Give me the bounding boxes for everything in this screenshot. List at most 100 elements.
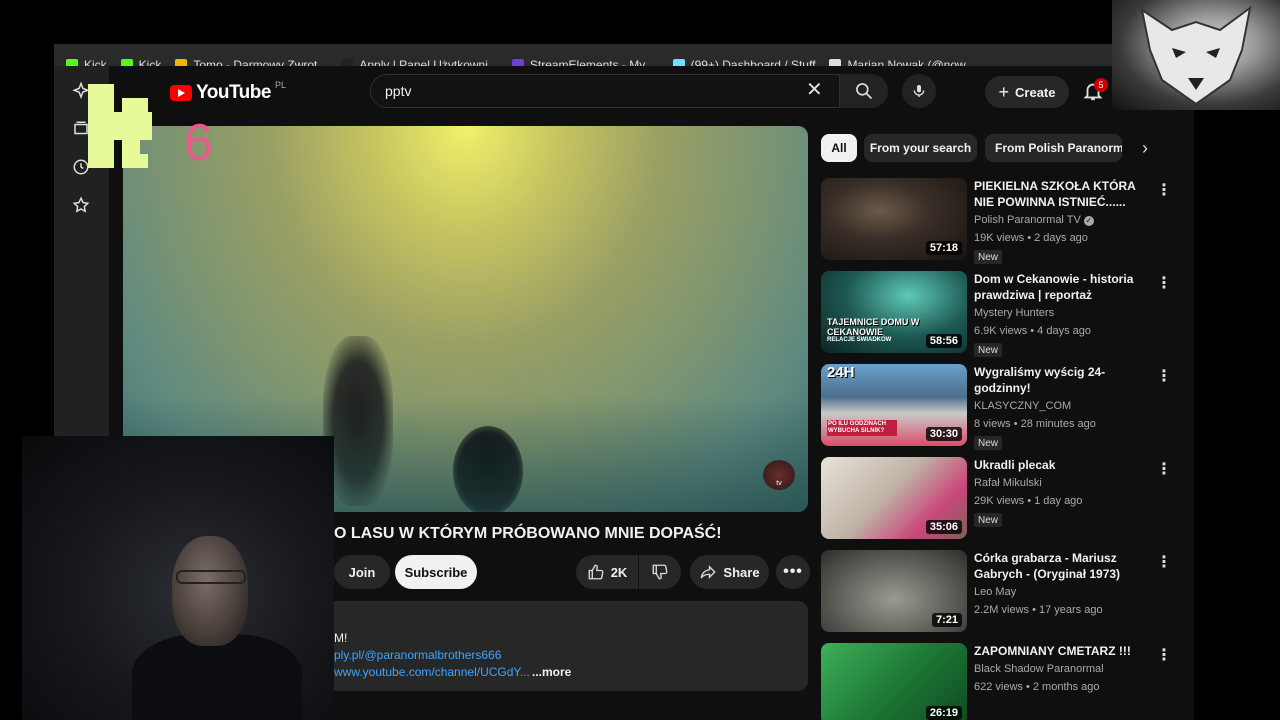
bookmarks-bar: Kick Kick Tomo - Darmowy Zwrot... Apply | P… — [54, 44, 1144, 66]
description-link[interactable]: ply.pl/@paranormalbrothers666 — [334, 648, 501, 662]
bookmark-item[interactable]: Marian Nowak (@now... — [829, 58, 975, 66]
notification-count-badge: 5 — [1094, 78, 1108, 92]
bookmark-favicon-icon — [829, 59, 842, 66]
share-button[interactable]: Share — [690, 555, 769, 589]
recommendation-title[interactable]: PIEKIELNA SZKOŁA KTÓRA NIE POWINNA ISTNI… — [974, 178, 1152, 210]
description-box[interactable]: M! ply.pl/@paranormalbrothers666 www.you… — [322, 601, 808, 691]
bookmark-label: Apply | Panel Użytkowni... — [359, 58, 498, 66]
recommendation-thumbnail[interactable]: TAJEMNICE DOMU W CEKANOWIE RELACJE ŚWIADK… — [821, 271, 967, 353]
more-vertical-icon[interactable]: ⋮ — [1156, 459, 1172, 479]
clear-search-icon[interactable]: ✕ — [806, 80, 823, 100]
screen: Kick Kick Tomo - Darmowy Zwrot... Apply | P… — [0, 0, 1280, 720]
bookmark-favicon-icon — [511, 59, 524, 66]
channel-name: Black Shadow Paranormal — [974, 663, 1104, 675]
bookmark-label: Tomo - Darmowy Zwrot... — [193, 58, 328, 66]
recommendation-title[interactable]: ZAPOMNIANY CMETARZ !!! — [974, 643, 1152, 659]
create-button[interactable]: + Create — [985, 76, 1069, 108]
bookmark-item[interactable]: Apply | Panel Użytkowni... — [341, 58, 498, 66]
webcam-overlay — [22, 436, 334, 720]
recommendation-channel[interactable]: Mystery Hunters — [974, 307, 1054, 319]
channel-name: Polish Paranormal TV — [974, 214, 1081, 226]
bookmark-item[interactable]: (99+) Dashboard / Stuff — [672, 58, 816, 66]
duration-badge: 7:21 — [931, 613, 962, 627]
chip-all[interactable]: All — [821, 134, 857, 162]
bookmark-label: StreamElements - My ... — [529, 58, 659, 66]
more-vertical-icon[interactable]: ⋮ — [1156, 552, 1172, 572]
recommendation-thumbnail[interactable]: 24H PO ILU GODZINACH WYBUCHA SILNIK? 30:30 — [821, 364, 967, 446]
bookmark-label: Kick — [138, 58, 162, 66]
channel-name: KLASYCZNY_COM — [974, 400, 1072, 412]
star-icon[interactable] — [70, 194, 92, 216]
recommendation-meta: 2.2M views • 17 years ago — [974, 604, 1103, 616]
recommendation-channel[interactable]: Black Shadow Paranormal — [974, 663, 1104, 675]
recommendation-channel[interactable]: KLASYCZNY_COM — [974, 400, 1071, 412]
recommendation-thumbnail[interactable]: 35:06 — [821, 457, 967, 539]
bookmark-item[interactable]: Tomo - Darmowy Zwrot... — [175, 58, 327, 66]
recommendation-item[interactable]: 35:06 Ukradli plecak Rafał Mikulski 29K vie… — [821, 457, 1181, 541]
search-button[interactable] — [840, 74, 888, 108]
recommendation-item[interactable]: 26:19 ZAPOMNIANY CMETARZ !!! Black Shadow … — [821, 643, 1181, 720]
chip-from-polish-paranormal[interactable]: From Polish Paranorma — [985, 134, 1122, 162]
recommendation-item[interactable]: TAJEMNICE DOMU W CEKANOWIE RELACJE ŚWIADK… — [821, 271, 1181, 357]
recommendation-channel[interactable]: Polish Paranormal TV ✓ — [974, 214, 1094, 226]
description-more-link[interactable]: ...more — [532, 665, 571, 679]
duration-badge: 30:30 — [925, 427, 962, 441]
recommendation-meta: 19K views • 2 days ago — [974, 232, 1088, 244]
recommendation-item[interactable]: 24H PO ILU GODZINACH WYBUCHA SILNIK? 30:30… — [821, 364, 1181, 450]
description-link[interactable]: www.youtube.com/channel/UCGdY... — [334, 665, 530, 679]
channel-watermark[interactable]: tv — [763, 460, 795, 490]
recommendation-item[interactable]: 57:18 PIEKIELNA SZKOŁA KTÓRA NIE POWINNA … — [821, 178, 1181, 264]
verified-icon: ✓ — [1083, 216, 1094, 226]
k6-overlay-logo: 6 — [88, 84, 213, 168]
join-button[interactable]: Join — [334, 555, 390, 589]
thumbs-down-icon — [652, 564, 668, 580]
bookmark-item[interactable]: Kick — [66, 58, 107, 66]
video-title: O LASU W KTÓRYM PRÓBOWANO MNIE DOPAŚĆ! — [334, 525, 722, 542]
more-vertical-icon[interactable]: ⋮ — [1156, 180, 1172, 200]
recommendation-title[interactable]: Córka grabarza - Mariusz Gabrych - (Oryg… — [974, 550, 1152, 582]
recommendation-thumbnail[interactable]: 57:18 — [821, 178, 967, 260]
thumbnail-subcaption: RELACJE ŚWIADKÓW — [827, 337, 892, 343]
like-count: 2K — [610, 564, 628, 580]
more-vertical-icon[interactable]: ⋮ — [1156, 366, 1172, 386]
bookmark-favicon-icon — [341, 59, 354, 66]
bookmark-favicon-icon — [175, 59, 188, 66]
more-actions-button[interactable]: ••• — [776, 555, 810, 589]
search-input[interactable]: pptv — [370, 74, 840, 108]
thumbnail-subcaption: PO ILU GODZINACH WYBUCHA SILNIK? — [827, 420, 897, 436]
duration-badge: 35:06 — [925, 520, 962, 534]
recommendation-title[interactable]: Ukradli plecak — [974, 457, 1152, 473]
recommendation-title[interactable]: Wygraliśmy wyścig 24-godzinny! — [974, 364, 1152, 396]
wolf-overlay-image — [1112, 0, 1280, 110]
plus-icon: + — [998, 81, 1010, 102]
recommendation-thumbnail[interactable]: 7:21 — [821, 550, 967, 632]
bookmark-label: Kick — [84, 58, 107, 66]
like-button[interactable]: 2K — [576, 555, 638, 589]
recommendation-thumbnail[interactable]: 26:19 — [821, 643, 967, 720]
recommendation-channel[interactable]: Leo May — [974, 586, 1016, 598]
duration-badge: 26:19 — [925, 706, 962, 720]
recommendation-title[interactable]: Dom w Cekanowie - historia prawdziwa | r… — [974, 271, 1152, 303]
more-vertical-icon[interactable]: ⋮ — [1156, 645, 1172, 665]
duration-badge: 57:18 — [925, 241, 962, 255]
thumbnail-caption: TAJEMNICE DOMU W CEKANOWIE — [827, 317, 920, 337]
voice-search-button[interactable] — [902, 74, 936, 108]
recommendation-channel[interactable]: Rafał Mikulski — [974, 477, 1042, 489]
recommendation-item[interactable]: 7:21 Córka grabarza - Mariusz Gabrych - (… — [821, 550, 1181, 634]
thumbnail-caption: 24H — [827, 364, 855, 381]
more-horizontal-icon: ••• — [783, 563, 803, 580]
bookmark-item[interactable]: Kick — [120, 58, 162, 66]
bookmark-favicon-icon — [120, 59, 133, 66]
search-icon — [856, 83, 873, 100]
dislike-button[interactable] — [639, 555, 681, 589]
chip-from-your-search[interactable]: From your search — [864, 134, 977, 162]
logo-region: PL — [274, 80, 286, 90]
bookmark-favicon-icon — [672, 59, 685, 66]
subscribe-button[interactable]: Subscribe — [395, 555, 477, 589]
more-vertical-icon[interactable]: ⋮ — [1156, 273, 1172, 293]
bookmark-item[interactable]: StreamElements - My ... — [511, 58, 659, 66]
recommendation-meta: 6.9K views • 4 days ago — [974, 325, 1091, 337]
bookmark-label: (99+) Dashboard / Stuff — [690, 58, 816, 66]
bookmark-label: Marian Nowak (@now... — [847, 58, 975, 66]
chevron-right-icon[interactable]: › — [1142, 138, 1148, 159]
